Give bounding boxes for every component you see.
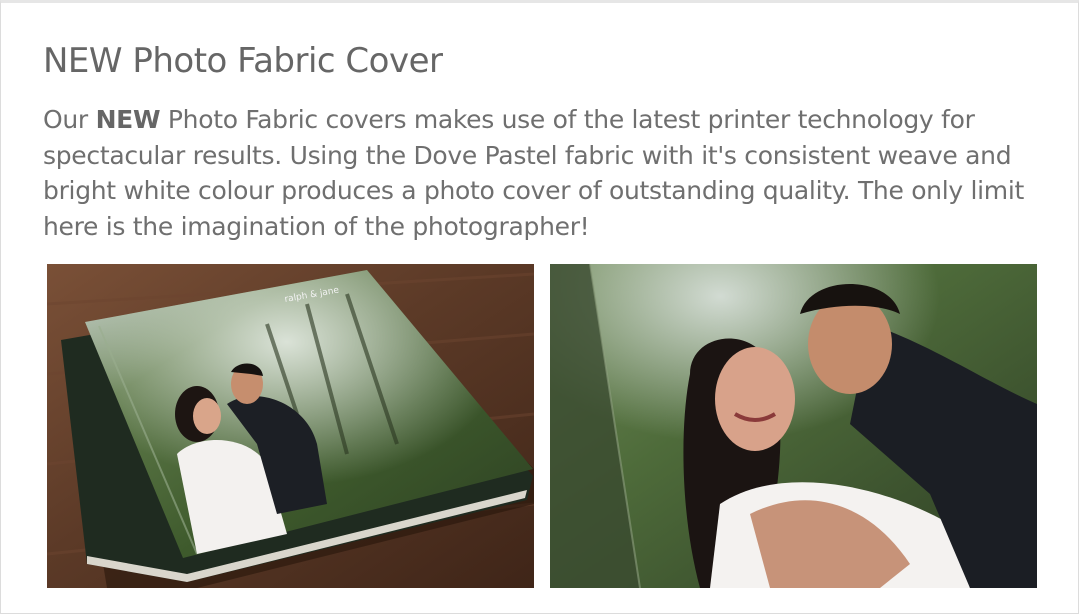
description-prefix: Our (43, 105, 96, 134)
product-card: NEW Photo Fabric Cover Our NEW Photo Fab… (0, 0, 1079, 614)
section-description: Our NEW Photo Fabric covers makes use of… (43, 102, 1043, 245)
description-emphasis: NEW (95, 105, 161, 134)
album-on-table-photo: ralph & jane (47, 264, 534, 588)
album-cover-closeup-photo (550, 264, 1037, 588)
description-rest: Photo Fabric covers makes use of the lat… (43, 105, 1025, 242)
section-title: NEW Photo Fabric Cover (43, 41, 443, 81)
album-cover-closeup-illustration (550, 264, 1037, 588)
album-on-table-illustration: ralph & jane (47, 264, 534, 588)
